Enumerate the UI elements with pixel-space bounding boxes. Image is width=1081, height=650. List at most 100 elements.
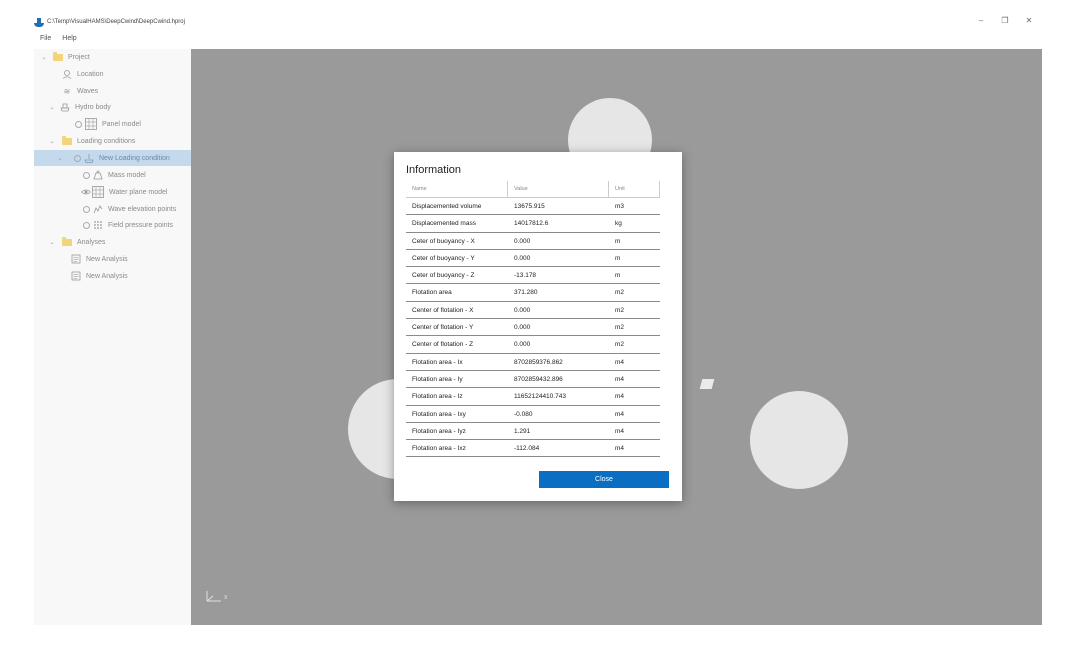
panel-model-icon: [85, 118, 97, 130]
table-row[interactable]: Displacemented volume 13675.915 m3: [406, 198, 660, 216]
cell-unit: m4: [615, 445, 625, 453]
center-column: [699, 379, 715, 389]
cell-value: 0.000: [514, 341, 531, 349]
information-dialog: Information Name Value Unit Displacement…: [394, 152, 682, 501]
chevron-down-icon[interactable]: ⌄: [40, 54, 48, 61]
menu-file[interactable]: File: [40, 33, 51, 45]
cell-name: Flotation area - Ixz: [412, 445, 466, 453]
table-row[interactable]: Center of flotation - Z 0.000 m2: [406, 336, 660, 354]
visibility-radio[interactable]: [83, 205, 90, 213]
cell-value: 8702859432.896: [514, 375, 563, 383]
table-row[interactable]: Flotation area 371.280 m2: [406, 284, 660, 302]
cell-value: 14017812.6: [514, 220, 549, 228]
visibility-radio[interactable]: [74, 154, 81, 162]
cell-name: Flotation area - Ixy: [412, 410, 466, 418]
column-header-unit[interactable]: Unit: [609, 181, 660, 197]
column-header-value[interactable]: Value: [508, 181, 609, 197]
cell-name: Displacemented volume: [412, 203, 482, 210]
cell-value: 11652124410.743: [514, 393, 566, 401]
visibility-radio[interactable]: [83, 221, 90, 229]
cell-unit: m4: [615, 358, 625, 366]
tree-item-waves[interactable]: ≋ Waves: [34, 83, 191, 99]
table-row[interactable]: Flotation area - Ix 8702859376.862 m4: [406, 354, 660, 371]
axis-x-label: x: [224, 594, 228, 601]
cell-unit: m: [615, 237, 621, 245]
table-row[interactable]: Flotation area - Iyz 1.291 m4: [406, 423, 660, 441]
tree-item-hydro-body[interactable]: ⌄ Hydro body: [34, 99, 191, 115]
tree-item-label: New Analysis: [86, 272, 128, 280]
chevron-down-icon[interactable]: ⌄: [48, 239, 56, 246]
visibility-radio[interactable]: [75, 120, 82, 128]
table-row[interactable]: Ceter of buoyancy - X 0.000 m: [406, 233, 660, 250]
tree-item-project[interactable]: ⌄ Project: [34, 49, 191, 65]
tree-item-label: New Analysis: [86, 255, 128, 263]
tree-item-label: Field pressure points: [108, 221, 173, 229]
analysis-icon: [71, 254, 81, 264]
table-row[interactable]: Displacemented mass 14017812.6 kg: [406, 215, 660, 233]
folder-icon: [62, 135, 72, 145]
cell-value: -13.178: [514, 272, 537, 280]
tree-item-new-analysis[interactable]: New Analysis: [34, 251, 191, 267]
tree-item-label: New Loading condition: [99, 154, 170, 162]
cell-value: 371.280: [514, 289, 538, 297]
chevron-down-icon[interactable]: ⌄: [48, 138, 56, 145]
analysis-icon: [71, 271, 81, 281]
cell-unit: m4: [615, 427, 625, 435]
table-row[interactable]: Center of flotation - Y 0.000 m2: [406, 319, 660, 337]
table-row[interactable]: Ceter of buoyancy - Z -13.178 m: [406, 267, 660, 285]
close-window-button[interactable]: ✕: [1024, 14, 1034, 28]
table-row[interactable]: Flotation area - Iy 8702859432.896 m4: [406, 371, 660, 389]
tree-item-new-analysis[interactable]: New Analysis: [34, 268, 191, 284]
eye-icon[interactable]: [81, 187, 91, 197]
wave-elevation-icon: [93, 204, 103, 214]
tree-item-wave-elevation-points[interactable]: Wave elevation points: [34, 201, 191, 217]
tree-item-location[interactable]: Location: [34, 66, 191, 82]
cell-value: 13675.915: [514, 203, 545, 210]
tree-item-loading-conditions[interactable]: ⌄ Loading conditions: [34, 133, 191, 149]
table-row[interactable]: Flotation area - Iz 11652124410.743 m4: [406, 388, 660, 406]
table-header: Name Value Unit: [406, 181, 660, 198]
info-table: Name Value Unit Displacemented volume 136…: [406, 181, 660, 458]
visibility-radio[interactable]: [83, 171, 90, 179]
tree-item-panel-model[interactable]: Panel model: [34, 116, 191, 132]
table-row[interactable]: Flotation area - Ixz -112.084 m4: [406, 440, 660, 458]
cell-value: 0.000: [514, 237, 531, 245]
folder-icon: [62, 236, 72, 246]
column-header-name[interactable]: Name: [406, 181, 508, 197]
tree-item-analyses[interactable]: ⌄ Analyses: [34, 234, 191, 250]
tree-item-label: Hydro body: [75, 103, 111, 111]
tree-item-new-loading-condition[interactable]: ⌄ New Loading condition: [34, 150, 191, 166]
tree-item-water-plane-model[interactable]: Water plane model: [34, 184, 191, 200]
close-button[interactable]: Close: [539, 471, 669, 488]
project-tree: ⌄ Project Location ≋ Waves ⌄ Hydro body …: [34, 49, 191, 625]
tree-item-label: Loading conditions: [77, 137, 136, 145]
cell-value: 8702859376.862: [514, 358, 563, 366]
table-row[interactable]: Center of flotation - X 0.000 m2: [406, 302, 660, 320]
waves-icon: ≋: [63, 86, 71, 96]
cell-unit: m2: [615, 324, 625, 332]
chevron-down-icon[interactable]: ⌄: [48, 104, 56, 111]
cell-unit: m4: [615, 410, 625, 418]
cell-value: 1.291: [514, 427, 531, 435]
tree-item-mass-model[interactable]: Mass model: [34, 167, 191, 183]
cell-unit: m: [615, 254, 621, 262]
restore-button[interactable]: ❐: [1000, 14, 1010, 28]
cell-name: Flotation area - Iyz: [412, 427, 466, 435]
cell-unit: m2: [615, 341, 625, 349]
minimize-button[interactable]: –: [976, 14, 986, 28]
menu-help[interactable]: Help: [62, 33, 76, 45]
window-title: C:\Temp\VisualHAMS\DeepCwind\DeepCwind.h…: [47, 19, 185, 25]
cell-unit: m2: [615, 306, 625, 314]
table-row[interactable]: Ceter of buoyancy - Y 0.000 m: [406, 250, 660, 268]
cell-name: Center of flotation - Y: [412, 324, 474, 332]
cell-value: 0.000: [514, 254, 531, 262]
table-row[interactable]: Flotation area - Ixy -0.080 m4: [406, 406, 660, 423]
chevron-down-icon[interactable]: ⌄: [56, 155, 64, 162]
cell-value: 0.000: [514, 324, 531, 332]
cell-unit: m2: [615, 289, 625, 297]
dialog-title: Information: [406, 164, 462, 176]
cell-name: Flotation area - Ix: [412, 358, 463, 366]
location-icon: [62, 69, 72, 79]
cell-unit: m4: [615, 375, 625, 383]
tree-item-field-pressure-points[interactable]: Field pressure points: [34, 217, 191, 233]
